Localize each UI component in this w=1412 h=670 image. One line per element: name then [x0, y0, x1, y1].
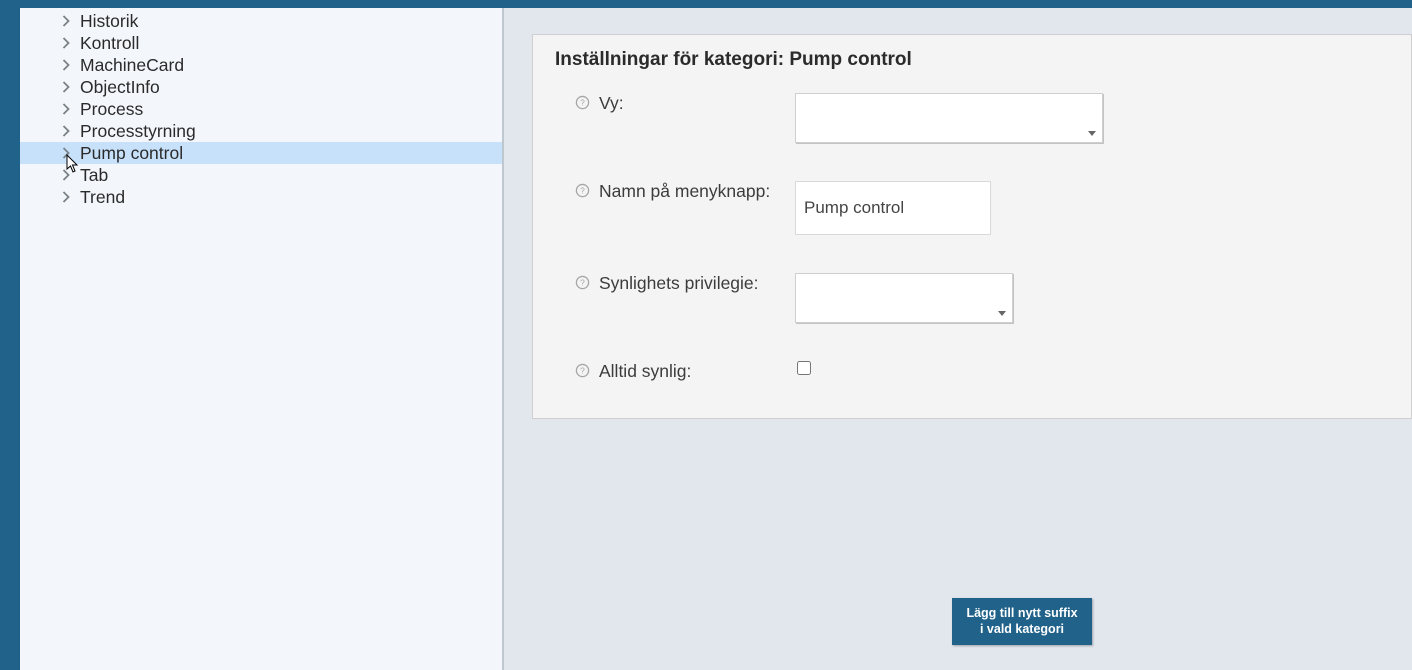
settings-panel: Inställningar för kategori: Pump control…	[532, 34, 1412, 419]
chevron-right-icon[interactable]	[60, 103, 72, 115]
row-vy: ? Vy:	[575, 93, 1389, 143]
chevron-right-icon[interactable]	[60, 81, 72, 93]
tree-item-trend[interactable]: Trend	[20, 186, 502, 208]
category-tree: HistorikKontrollMachineCardObjectInfoPro…	[20, 10, 502, 208]
content-area: Inställningar för kategori: Pump control…	[506, 8, 1412, 670]
left-band	[0, 0, 20, 670]
tree-item-objectinfo[interactable]: ObjectInfo	[20, 76, 502, 98]
tree-item-machinecard[interactable]: MachineCard	[20, 54, 502, 76]
vy-select[interactable]	[795, 93, 1103, 143]
tree-item-label: Historik	[80, 10, 138, 32]
always-visible-label: Alltid synlig:	[599, 361, 795, 382]
chevron-down-icon	[998, 311, 1006, 316]
chevron-right-icon[interactable]	[60, 15, 72, 27]
add-suffix-button[interactable]: Lägg till nytt suffix i vald kategori	[952, 598, 1092, 645]
tree-item-label: Processtyrning	[80, 120, 196, 142]
tree-item-label: Kontroll	[80, 32, 139, 54]
menu-name-label: Namn på menyknapp:	[599, 181, 795, 202]
svg-text:?: ?	[580, 366, 585, 376]
panel-heading: Inställningar för kategori: Pump control	[555, 49, 1389, 71]
help-icon[interactable]: ?	[575, 95, 593, 113]
tree-item-label: Tab	[80, 164, 108, 186]
help-icon[interactable]: ?	[575, 183, 593, 201]
svg-text:?: ?	[580, 98, 585, 108]
tree-item-processtyrning[interactable]: Processtyrning	[20, 120, 502, 142]
vy-label: Vy:	[599, 93, 795, 114]
chevron-right-icon[interactable]	[60, 37, 72, 49]
top-bar	[20, 0, 1412, 8]
tree-item-label: Trend	[80, 186, 125, 208]
help-icon[interactable]: ?	[575, 363, 593, 381]
help-icon[interactable]: ?	[575, 275, 593, 293]
always-visible-checkbox[interactable]	[797, 361, 811, 375]
add-suffix-line1: Lägg till nytt suffix	[966, 606, 1077, 620]
tree-item-label: MachineCard	[80, 54, 184, 76]
visibility-label: Synlighets privilegie:	[599, 273, 795, 294]
tree-item-historik[interactable]: Historik	[20, 10, 502, 32]
chevron-right-icon[interactable]	[60, 125, 72, 137]
chevron-right-icon[interactable]	[60, 169, 72, 181]
tree-item-pump-control[interactable]: Pump control	[20, 142, 502, 164]
tree-item-label: Pump control	[80, 142, 183, 164]
row-always-visible: ? Alltid synlig:	[575, 361, 1389, 382]
tree-item-label: Process	[80, 98, 143, 120]
category-sidebar: HistorikKontrollMachineCardObjectInfoPro…	[20, 8, 504, 670]
tree-item-process[interactable]: Process	[20, 98, 502, 120]
row-visibility: ? Synlighets privilegie:	[575, 273, 1389, 323]
chevron-right-icon[interactable]	[60, 147, 72, 159]
visibility-select[interactable]	[795, 273, 1013, 323]
tree-item-tab[interactable]: Tab	[20, 164, 502, 186]
menu-name-input[interactable]	[795, 181, 991, 235]
add-suffix-line2: i vald kategori	[980, 622, 1064, 636]
chevron-down-icon	[1088, 131, 1096, 136]
svg-text:?: ?	[580, 186, 585, 196]
tree-item-label: ObjectInfo	[80, 76, 160, 98]
svg-text:?: ?	[580, 278, 585, 288]
row-menu-name: ? Namn på menyknapp:	[575, 181, 1389, 235]
chevron-right-icon[interactable]	[60, 191, 72, 203]
chevron-right-icon[interactable]	[60, 59, 72, 71]
tree-item-kontroll[interactable]: Kontroll	[20, 32, 502, 54]
